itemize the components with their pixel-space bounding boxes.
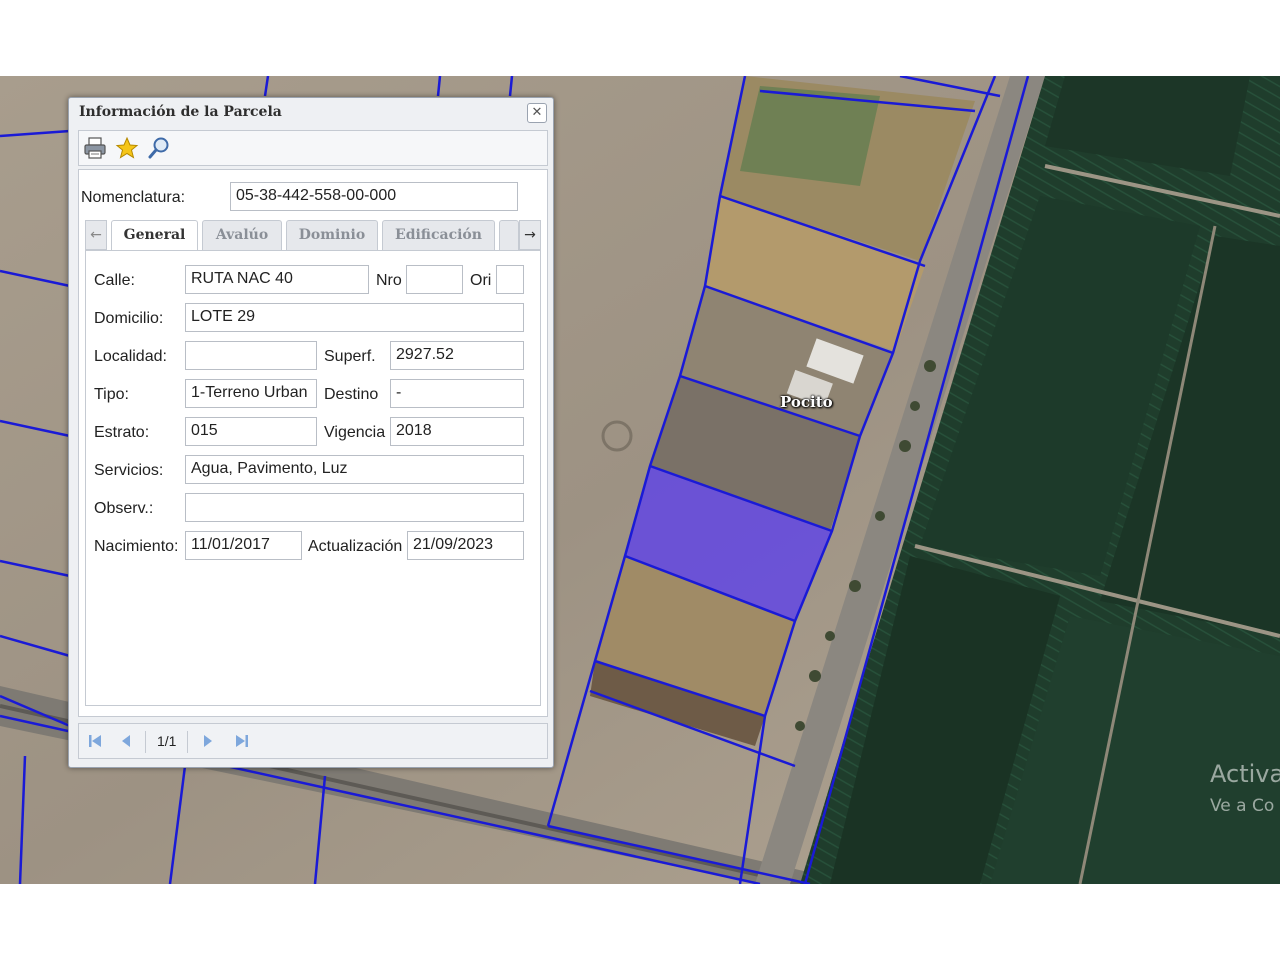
nomenclatura-label: Nomenclatura:: [81, 189, 186, 206]
close-button[interactable]: ✕: [527, 103, 547, 123]
arrow-left-icon: ←: [90, 227, 102, 243]
tab-edificacion[interactable]: Edificación: [382, 220, 495, 250]
nro-field[interactable]: [406, 265, 463, 294]
arrow-right-icon: →: [524, 227, 536, 243]
domicilio-field[interactable]: LOTE 29: [185, 303, 524, 332]
close-icon: ✕: [531, 105, 543, 120]
ori-field[interactable]: [496, 265, 524, 294]
superf-field[interactable]: 2927.52: [390, 341, 524, 370]
pager-separator: [145, 731, 146, 753]
page-indicator: 1/1: [157, 733, 177, 749]
tab-scroll-left-button[interactable]: ←: [85, 220, 107, 250]
tab-dominio[interactable]: Dominio: [286, 220, 378, 250]
vigencia-label: Vigencia: [324, 424, 386, 441]
nomenclatura-field[interactable]: 05-38-442-558-00-000: [230, 182, 518, 211]
observ-field[interactable]: [185, 493, 524, 522]
parcel-info-window: Información de la Parcela ✕ Nomenclatura…: [68, 97, 554, 768]
destino-field[interactable]: -: [390, 379, 524, 408]
tab-overflow-partial[interactable]: [499, 220, 519, 250]
general-tab-panel: Calle: RUTA NAC 40 Nro Ori Domicilio: LO…: [85, 250, 541, 706]
first-page-icon[interactable]: [86, 732, 104, 750]
ori-label: Ori: [470, 272, 492, 289]
window-title: Información de la Parcela: [79, 104, 282, 120]
tab-scroll-right-button[interactable]: →: [519, 220, 541, 250]
tab-general[interactable]: General: [111, 220, 198, 251]
calle-label: Calle:: [94, 272, 135, 289]
superf-label: Superf.: [324, 348, 376, 365]
tipo-label: Tipo:: [94, 386, 129, 403]
nro-label: Nro: [376, 272, 402, 289]
vigencia-field[interactable]: 2018: [390, 417, 524, 446]
activation-watermark-line2: Ve a Co: [1210, 796, 1275, 816]
domicilio-label: Domicilio:: [94, 310, 164, 327]
window-toolbar: [78, 130, 548, 166]
printer-icon[interactable]: [82, 136, 108, 160]
localidad-field[interactable]: [185, 341, 317, 370]
localidad-label: Localidad:: [94, 348, 167, 365]
pagination-bar: 1/1: [78, 723, 548, 759]
magnifier-icon[interactable]: [146, 136, 172, 160]
pager-separator: [187, 731, 188, 753]
star-icon[interactable]: [114, 136, 140, 160]
servicios-field[interactable]: Agua, Pavimento, Luz: [185, 455, 524, 484]
calle-field[interactable]: RUTA NAC 40: [185, 265, 369, 294]
actualizacion-field[interactable]: 21/09/2023: [407, 531, 524, 560]
window-titlebar[interactable]: Información de la Parcela ✕: [69, 98, 553, 128]
estrato-field[interactable]: 015: [185, 417, 317, 446]
tipo-field[interactable]: 1-Terreno Urban: [185, 379, 317, 408]
destino-label: Destino: [324, 386, 379, 403]
prev-page-icon[interactable]: [117, 732, 135, 750]
nacimiento-field[interactable]: 11/01/2017: [185, 531, 302, 560]
servicios-label: Servicios:: [94, 462, 164, 479]
next-page-icon[interactable]: [199, 732, 217, 750]
tab-avaluo[interactable]: Avalúo: [202, 220, 282, 250]
estrato-label: Estrato:: [94, 424, 150, 441]
actualizacion-label: Actualización: [308, 538, 403, 555]
map-place-label: Pocito: [780, 393, 833, 411]
activation-watermark-line1: Activa: [1210, 760, 1280, 788]
last-page-icon[interactable]: [233, 732, 251, 750]
nacimiento-label: Nacimiento:: [94, 538, 179, 555]
window-content: Nomenclatura: 05-38-442-558-00-000 ← Gen…: [78, 169, 548, 717]
tab-bar: ← General Avalúo Dominio Edificación →: [85, 220, 541, 251]
observ-label: Observ.:: [94, 500, 154, 517]
